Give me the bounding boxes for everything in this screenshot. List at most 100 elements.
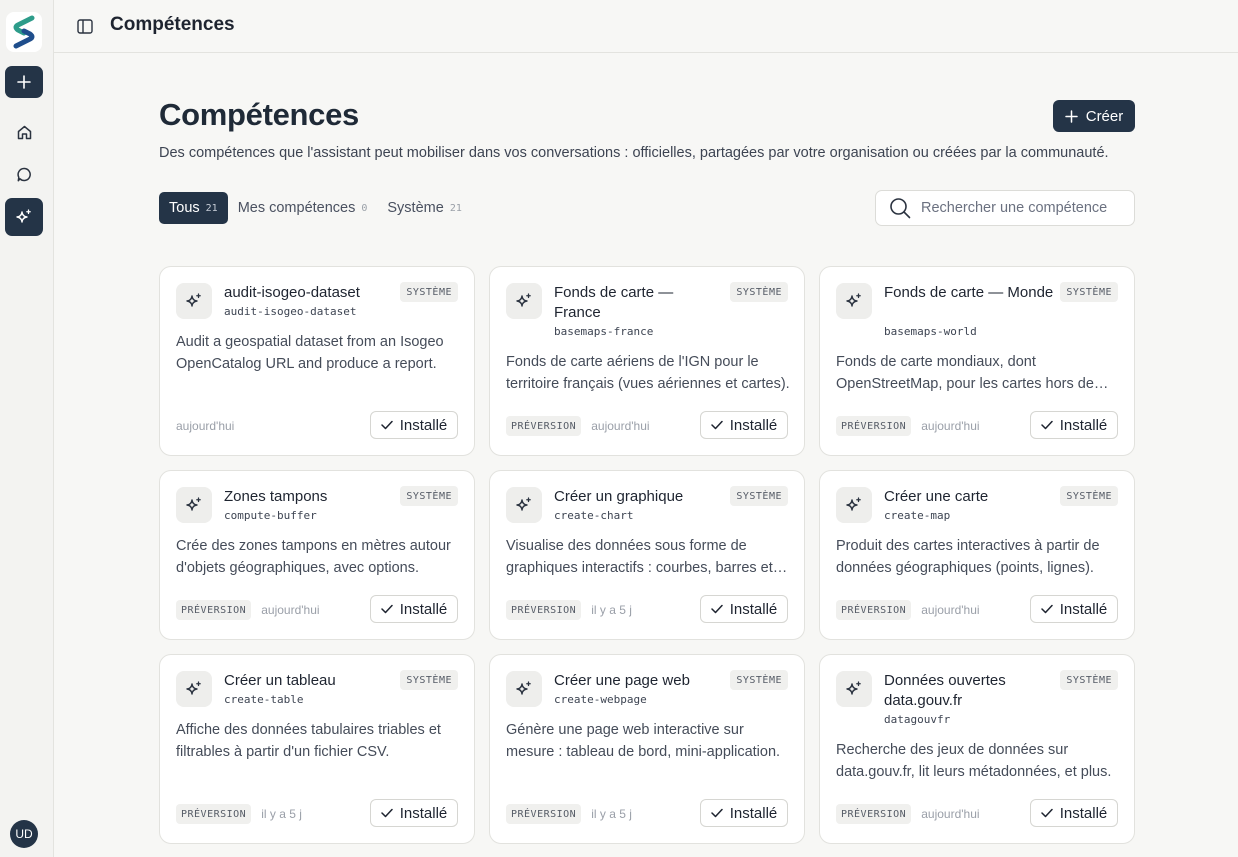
tab-count: 0 [361, 202, 368, 214]
skill-card[interactable]: Données ouvertes data.gouv.fr datagouvfr S… [819, 654, 1135, 844]
system-badge: SYSTÈME [730, 282, 788, 302]
skill-description: Crée des zones tampons en mètres autour … [176, 535, 460, 579]
home-icon [17, 125, 31, 139]
skill-card[interactable]: Créer un graphique create-chart SYSTÈME Vis… [489, 470, 805, 640]
installed-button[interactable]: Installé [1030, 799, 1118, 827]
sidebar-toggle-button[interactable] [74, 16, 96, 36]
skill-description: Affiche des données tabulaires triables … [176, 719, 460, 763]
skill-description: Visualise des données sous forme de grap… [506, 535, 790, 579]
skill-icon [506, 487, 542, 523]
check-icon [1040, 604, 1053, 614]
installed-button[interactable]: Installé [700, 411, 788, 439]
check-icon [710, 808, 723, 818]
system-badge: SYSTÈME [730, 486, 788, 506]
skill-description-text: Crée des zones tampons en mètres autour … [176, 538, 451, 576]
skill-title: Fonds de carte — Monde [884, 284, 1054, 301]
installed-label: Installé [729, 416, 778, 434]
tab-label: Système [387, 200, 444, 216]
skill-card[interactable]: Créer une carte create-map SYSTÈME Produit … [819, 470, 1135, 640]
card-footer: PRÉVERSION aujourd'hui [506, 413, 650, 439]
skill-title: audit-isogeo-dataset [224, 284, 360, 301]
skills-button[interactable] [5, 198, 43, 236]
installed-label: Installé [729, 600, 778, 618]
home-button[interactable] [5, 116, 43, 148]
card-footer: PRÉVERSION aujourd'hui [836, 597, 980, 623]
sparkles-icon [516, 497, 531, 511]
preview-badge: PRÉVERSION [836, 804, 912, 824]
sparkles-icon [516, 681, 531, 695]
check-icon [380, 604, 393, 614]
skill-description-text: Affiche des données tabulaires triables … [176, 722, 441, 760]
create-skill-button[interactable]: Créer [1053, 100, 1135, 132]
skill-description: Génère une page web interactive sur mesu… [506, 719, 790, 763]
create-button-label: Créer [1085, 107, 1124, 125]
installed-label: Installé [729, 804, 778, 822]
skill-date: il y a 5 j [261, 807, 302, 821]
skill-card[interactable]: audit-isogeo-dataset audit-isogeo-dataset… [159, 266, 475, 456]
filter-tabs: Tous 21 Mes compétences 0 Système 21 [159, 192, 472, 224]
skill-title: Créer un graphique [554, 488, 684, 505]
check-icon [380, 420, 393, 430]
card-footer: PRÉVERSION aujourd'hui [836, 413, 980, 439]
skill-icon [506, 671, 542, 707]
main-content: Compétences Créer Des compétences que l'… [54, 53, 1238, 857]
check-icon [380, 808, 393, 818]
skill-card[interactable]: Créer une page web create-webpage SYSTÈME G… [489, 654, 805, 844]
skill-title: Zones tampons [224, 488, 328, 505]
installed-button[interactable]: Installé [370, 411, 458, 439]
tab-label: Mes compétences [237, 200, 356, 216]
card-footer: PRÉVERSION aujourd'hui [176, 597, 320, 623]
logo-icon[interactable] [6, 12, 42, 52]
skill-card[interactable]: Créer un tableau create-table SYSTÈME Affic… [159, 654, 475, 844]
skill-slug: create-table [224, 693, 304, 706]
skill-date: aujourd'hui [176, 419, 235, 433]
system-badge: SYSTÈME [1060, 486, 1118, 506]
skill-date: il y a 5 j [591, 807, 632, 821]
installed-button[interactable]: Installé [700, 595, 788, 623]
installed-button[interactable]: Installé [700, 799, 788, 827]
tab-system[interactable]: Système 21 [377, 192, 471, 224]
installed-button[interactable]: Installé [370, 799, 458, 827]
sidebar-toggle-icon [77, 18, 93, 34]
skill-description: Audit a geospatial dataset from an Isoge… [176, 331, 460, 375]
skill-card[interactable]: Fonds de carte — Monde basemaps-world SYST… [819, 266, 1135, 456]
installed-button[interactable]: Installé [1030, 411, 1118, 439]
sidebar: UD [0, 0, 54, 857]
search-input[interactable] [921, 200, 1121, 216]
skill-slug: basemaps-france [554, 325, 654, 338]
sparkles-icon [186, 497, 201, 511]
skill-slug: audit-isogeo-dataset [224, 305, 357, 318]
preview-badge: PRÉVERSION [176, 600, 252, 620]
skill-description: Produit des cartes interactives à partir… [836, 535, 1120, 579]
skill-description-text: Audit a geospatial dataset from an Isoge… [176, 334, 444, 372]
skill-date: il y a 5 j [591, 603, 632, 617]
tab-my-skills[interactable]: Mes compétences 0 [228, 192, 378, 224]
skill-card[interactable]: Zones tampons compute-buffer SYSTÈME Crée d… [159, 470, 475, 640]
skill-card[interactable]: Fonds de carte — France basemaps-france SY… [489, 266, 805, 456]
search-icon [890, 198, 911, 219]
search-box [875, 190, 1135, 226]
preview-badge: PRÉVERSION [506, 416, 582, 436]
system-badge: SYSTÈME [1060, 670, 1118, 690]
skill-slug: create-chart [554, 509, 634, 522]
top-bar: Compétences [54, 0, 1238, 53]
sparkles-icon [186, 681, 201, 695]
installed-label: Installé [1059, 600, 1108, 618]
tab-all[interactable]: Tous 21 [159, 192, 228, 224]
card-footer: PRÉVERSION aujourd'hui [836, 801, 980, 827]
installed-button[interactable]: Installé [370, 595, 458, 623]
skill-icon [176, 487, 212, 523]
system-badge: SYSTÈME [400, 282, 458, 302]
skill-icon [176, 671, 212, 707]
avatar[interactable]: UD [10, 820, 38, 848]
sparkles-icon [846, 293, 861, 307]
sparkles-icon [516, 293, 531, 307]
skill-icon [176, 283, 212, 319]
system-badge: SYSTÈME [730, 670, 788, 690]
skill-description-text: Produit des cartes interactives à partir… [836, 538, 1100, 576]
installed-button[interactable]: Installé [1030, 595, 1118, 623]
installed-label: Installé [1059, 416, 1108, 434]
new-conversation-button[interactable] [5, 66, 43, 98]
conversations-button[interactable] [5, 158, 43, 190]
skill-description-text: Recherche des jeux de données sur data.g… [836, 742, 1112, 780]
